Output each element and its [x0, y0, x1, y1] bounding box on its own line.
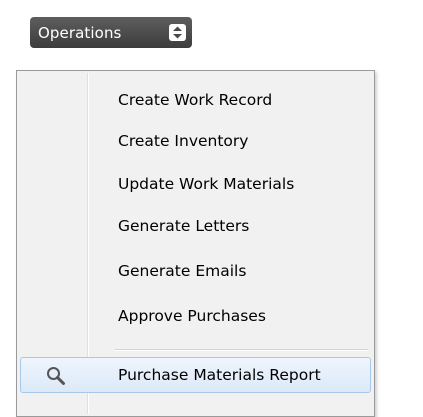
- updown-arrows-icon: [169, 24, 186, 41]
- magnifier-icon: [45, 365, 67, 387]
- operations-label: Operations: [38, 23, 122, 42]
- menu-item-generate-emails[interactable]: Generate Emails: [20, 253, 371, 289]
- menu-separator: [115, 349, 368, 351]
- menu-item-label: Purchase Materials Report: [118, 366, 321, 384]
- menu-item-create-work-record[interactable]: Create Work Record: [20, 82, 371, 118]
- menu-item-update-work-materials[interactable]: Update Work Materials: [20, 166, 371, 202]
- menu-item-label: Generate Emails: [118, 262, 247, 280]
- menu-item-label: Create Inventory: [118, 132, 249, 150]
- menu-item-label: Generate Letters: [118, 217, 250, 235]
- menu-item-label: Create Work Record: [118, 91, 273, 109]
- menu-item-label: Update Work Materials: [118, 175, 295, 193]
- menu-item-label: Approve Purchases: [118, 307, 266, 325]
- menu-item-approve-purchases[interactable]: Approve Purchases: [20, 298, 371, 334]
- menu-item-create-inventory[interactable]: Create Inventory: [20, 123, 371, 159]
- operations-dropdown-button[interactable]: Operations: [30, 17, 192, 48]
- operations-menu: Create Work Record Create Inventory Upda…: [16, 70, 375, 417]
- menu-item-purchase-materials-report[interactable]: Purchase Materials Report: [20, 357, 371, 393]
- menu-item-generate-letters[interactable]: Generate Letters: [20, 208, 371, 244]
